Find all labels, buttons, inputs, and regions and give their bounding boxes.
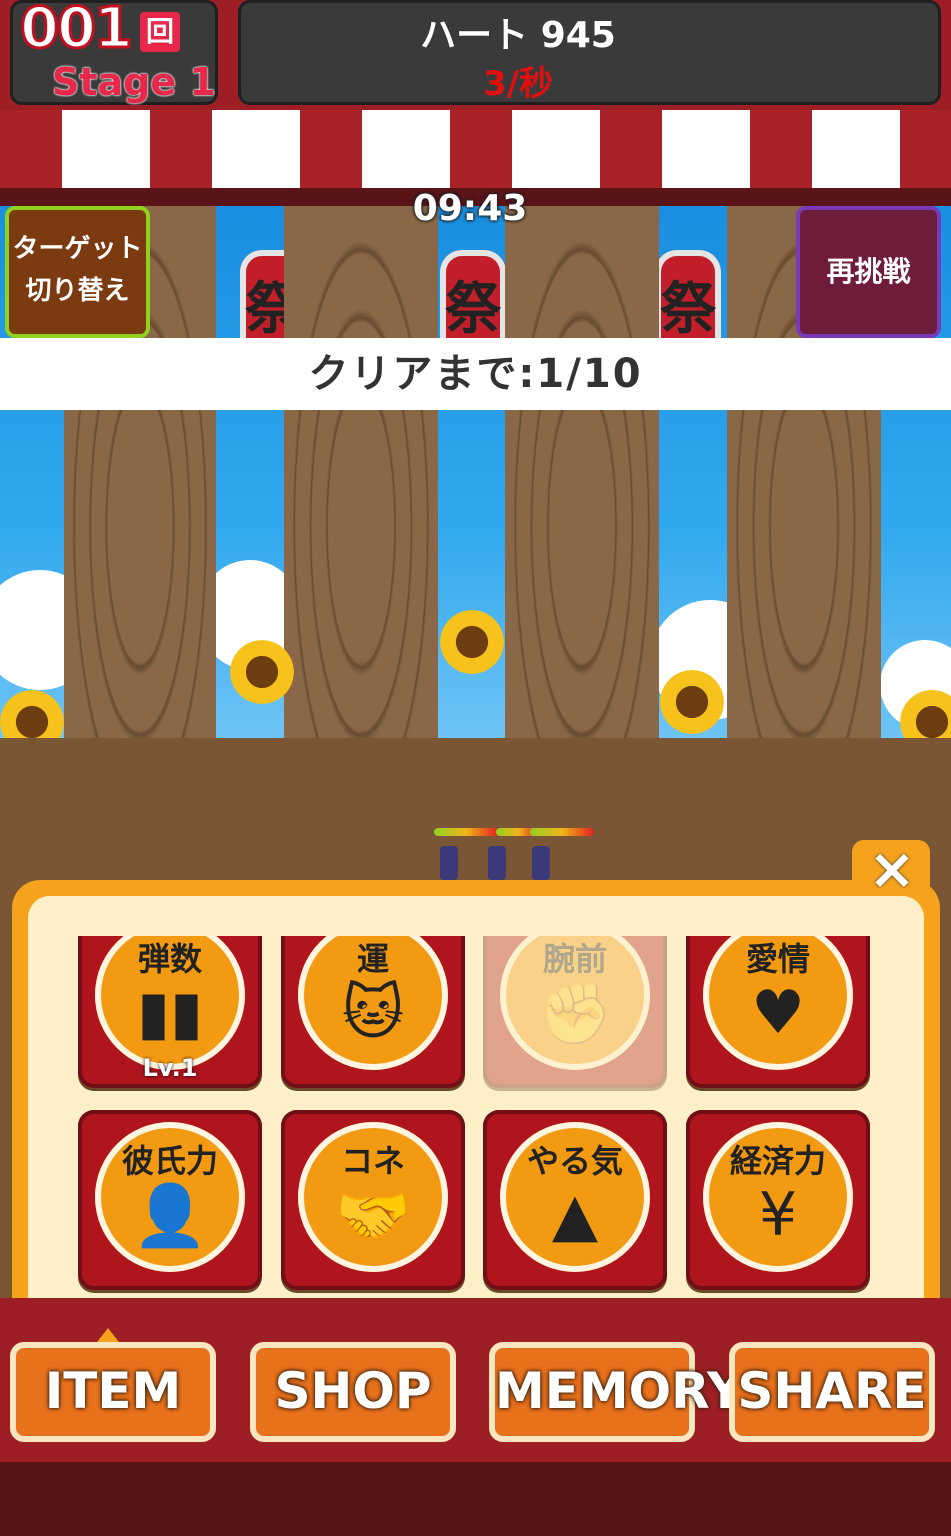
target-switch-label-line1: ターゲット xyxy=(12,234,143,264)
fence-plank xyxy=(284,206,438,740)
target-switch-label-line2: 切り替え xyxy=(25,276,130,306)
heart-rate: 3/秒 xyxy=(482,64,554,104)
item-label: 愛情 xyxy=(745,940,810,978)
yen-icon: ¥ xyxy=(758,1180,798,1250)
sunflower-icon xyxy=(230,640,294,704)
item-label: やる気 xyxy=(526,1142,623,1180)
item-label: コネ xyxy=(340,1142,405,1180)
close-button[interactable]: × xyxy=(862,842,922,898)
sunflower-icon xyxy=(440,610,504,674)
item-tile-4[interactable]: 彼氏力 👤 xyxy=(78,1110,262,1290)
bottom-nav-footer xyxy=(0,1462,951,1536)
hp-bar xyxy=(434,828,498,836)
item-tile-5[interactable]: コネ 🤝 xyxy=(281,1110,465,1290)
handshake-icon: 🤝 xyxy=(335,1181,411,1251)
retry-button[interactable]: 再挑戦 xyxy=(796,206,941,338)
item-tile-6[interactable]: やる気 ▲ xyxy=(483,1110,667,1290)
target-character[interactable] xyxy=(440,846,458,880)
scroll-mask xyxy=(28,896,924,936)
heart-count: ハート 945 xyxy=(420,15,616,56)
item-label: 弾数 xyxy=(137,940,202,978)
item-label: 腕前 xyxy=(542,940,607,978)
tab-item[interactable]: ITEM xyxy=(10,1342,216,1442)
bullets-icon: ▮▮ xyxy=(136,978,204,1048)
tab-shop[interactable]: SHOP xyxy=(250,1342,456,1442)
item-label: 運 xyxy=(356,940,389,978)
play-count-unit: 回 xyxy=(140,12,180,52)
target-character[interactable] xyxy=(532,846,550,880)
item-label: 彼氏力 xyxy=(121,1142,218,1180)
item-tile-7[interactable]: 経済力 ¥ xyxy=(686,1110,870,1290)
stage-label: Stage 1 xyxy=(52,60,216,104)
fence-plank xyxy=(505,206,659,740)
item-label: 経済力 xyxy=(729,1142,826,1180)
clear-progress: クリアまで:1/10 xyxy=(0,338,951,410)
target-character[interactable] xyxy=(488,846,506,880)
game-timer: 09:43 xyxy=(412,188,528,229)
hp-bar xyxy=(530,828,594,836)
heart-icon: ♥ xyxy=(751,978,805,1048)
tab-memory[interactable]: MEMORY xyxy=(489,1342,743,1442)
arm-icon: ✊ xyxy=(537,979,613,1049)
item-level: Lv.1 xyxy=(142,1054,198,1082)
motivation-icon: ▲ xyxy=(551,1180,599,1250)
tab-share[interactable]: SHARE xyxy=(729,1342,935,1442)
play-count: 001 xyxy=(19,0,135,63)
sunflower-icon xyxy=(660,670,724,734)
lucky-cat-icon: 🐱 xyxy=(341,978,405,1048)
target-switch-button[interactable]: ターゲット 切り替え xyxy=(5,206,150,338)
boyfriend-icon: 👤 xyxy=(132,1181,208,1251)
